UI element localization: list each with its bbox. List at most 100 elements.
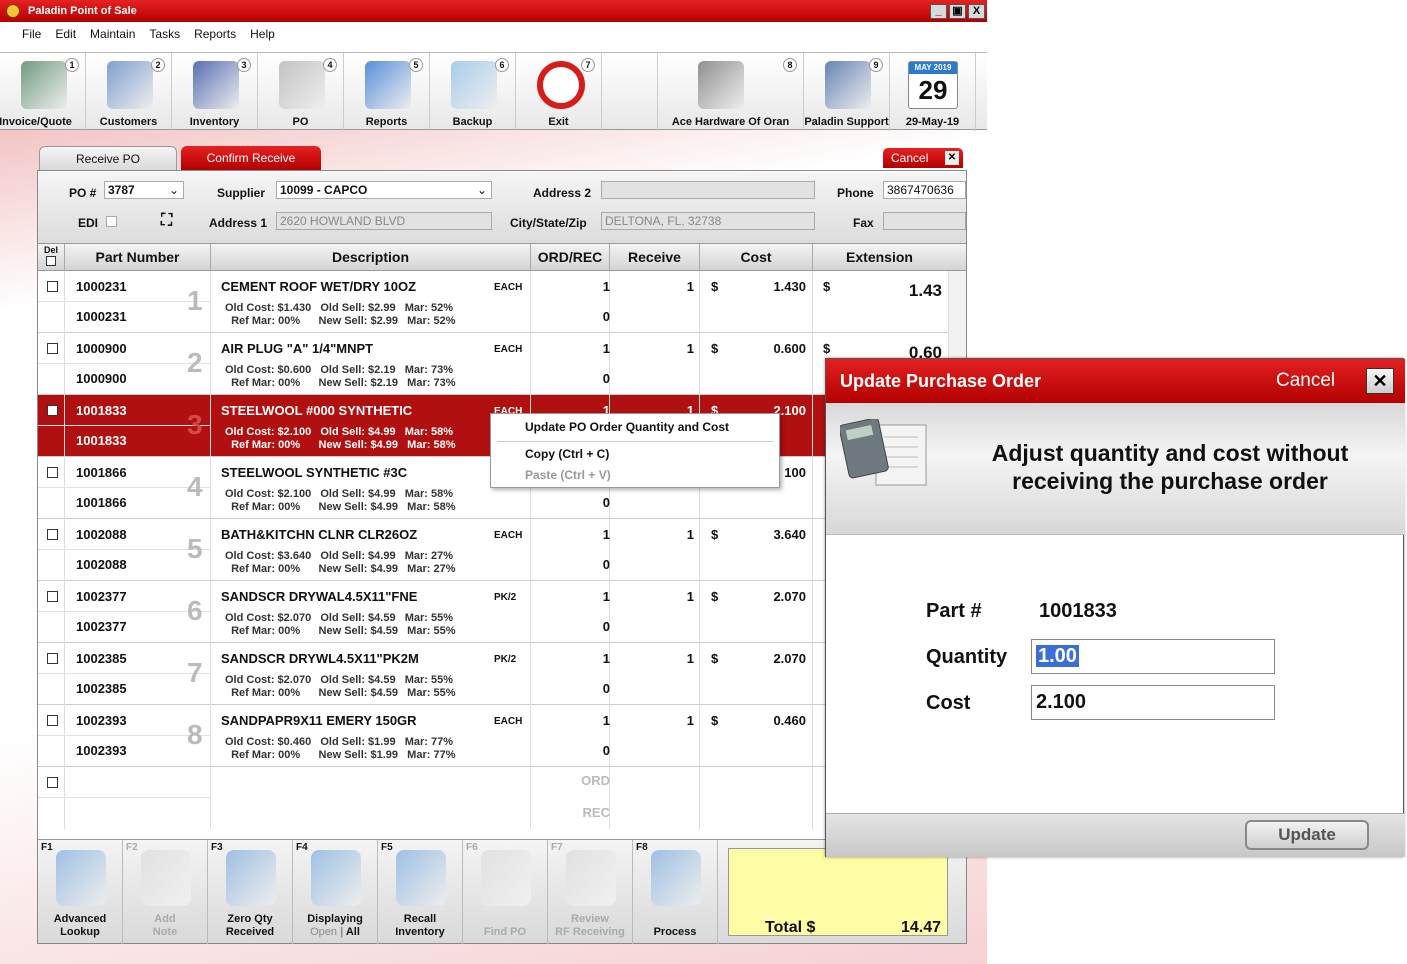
col-ord-rec[interactable]: ORD/REC: [531, 244, 610, 271]
part-number: 1001833: [76, 403, 127, 418]
toolbar-button-customers[interactable]: 2 Customers: [86, 53, 172, 131]
receive-qty[interactable]: 1: [618, 589, 694, 604]
toolbar-button-invoice-quote[interactable]: 1 Invoice/Quote: [0, 53, 86, 131]
fkey-label-line1: Displaying: [307, 913, 363, 925]
display-open[interactable]: Open: [310, 926, 337, 938]
toolbar-button-paladin-support[interactable]: 9 Paladin Support: [804, 53, 890, 131]
cost-input[interactable]: 2.100: [1031, 685, 1275, 720]
cell-divider: [210, 767, 211, 829]
tab-confirm-receive[interactable]: Confirm Receive: [181, 146, 321, 170]
toolbar-label: Invoice/Quote: [0, 116, 72, 128]
delete-checkbox[interactable]: [47, 343, 58, 354]
toolbar-button-29-may-19[interactable]: MAY 2019 29 29-May-19: [890, 53, 976, 131]
delete-checkbox[interactable]: [47, 653, 58, 664]
col-description[interactable]: Description: [211, 244, 531, 271]
toolbar-button-reports[interactable]: 5 Reports: [344, 53, 430, 131]
quantity-input[interactable]: 1.00: [1031, 639, 1275, 674]
fkey-f2[interactable]: F2 Add Note: [123, 840, 208, 944]
fkey-f6[interactable]: F6 Find PO: [463, 840, 548, 944]
cancel-receive-button[interactable]: Cancel ✕: [883, 148, 963, 168]
cell-divider: [699, 643, 700, 705]
toolbar-button-ace-hardware-of-oran[interactable]: 8 Ace Hardware Of Oran: [658, 53, 804, 131]
receive-qty[interactable]: 1: [618, 527, 694, 542]
rf-icon: [566, 850, 616, 906]
toolbar-button-exit[interactable]: 7 Exit: [516, 53, 602, 131]
fkey-f5[interactable]: F5 Recall Inventory: [378, 840, 463, 944]
item-description: SANDSCR DRYWL4.5X11"PK2M: [221, 651, 419, 666]
delete-checkbox[interactable]: [47, 467, 58, 478]
cost-value[interactable]: 2.070: [728, 651, 806, 666]
toolbar-button-backup[interactable]: 6 Backup: [430, 53, 516, 131]
receive-qty[interactable]: 1: [618, 651, 694, 666]
cost-value[interactable]: 1.430: [728, 279, 806, 294]
cost-value[interactable]: 3.640: [728, 527, 806, 542]
menu-file[interactable]: File: [22, 27, 41, 49]
col-extension[interactable]: Extension: [813, 244, 946, 271]
menu-maintain[interactable]: Maintain: [90, 27, 135, 49]
close-icon[interactable]: ✕: [1366, 368, 1394, 394]
display-all[interactable]: All: [346, 926, 360, 938]
edi-checkbox[interactable]: [106, 216, 117, 227]
display-toggle[interactable]: Open | All: [310, 926, 360, 938]
price-details: Old Cost: $2.100 Old Sell: $4.99 Mar: 58…: [225, 426, 456, 451]
receive-qty[interactable]: 1: [618, 713, 694, 728]
delete-checkbox[interactable]: [47, 281, 58, 292]
delete-checkbox[interactable]: [47, 591, 58, 602]
row-divider: [38, 549, 210, 550]
receive-qty[interactable]: 1: [618, 341, 694, 356]
row-divider: [38, 797, 210, 798]
fkey-f4[interactable]: F4 Displaying Open | All: [293, 840, 378, 944]
table-row[interactable]: 1000231 1000231 1 CEMENT ROOF WET/DRY 10OZ E…: [38, 271, 966, 333]
fkey-f8[interactable]: F8 Process: [633, 840, 718, 944]
fkey-f1[interactable]: F1 Advanced Lookup: [38, 840, 123, 944]
fkey-label: Process: [633, 913, 717, 939]
phone-field[interactable]: 3867470636: [883, 181, 966, 199]
fkey-f3[interactable]: F3 Zero Qty Received: [208, 840, 293, 944]
fax-field[interactable]: [883, 212, 966, 230]
cost-value[interactable]: 0.460: [728, 713, 806, 728]
item-description: STEELWOOL #000 SYNTHETIC: [221, 403, 413, 418]
col-receive[interactable]: Receive: [610, 244, 700, 271]
price-details: Old Cost: $2.070 Old Sell: $4.59 Mar: 55…: [225, 612, 456, 637]
update-button[interactable]: Update: [1245, 820, 1369, 850]
po-number-select[interactable]: 3787 ⌄: [104, 181, 184, 199]
receive-qty[interactable]: 1: [618, 279, 694, 294]
menu-update-po-qty-cost[interactable]: Update PO Order Quantity and Cost: [525, 420, 729, 434]
part-number-secondary: 1002088: [76, 557, 127, 572]
fkey-f7[interactable]: F7 Review RF Receiving: [548, 840, 633, 944]
part-number: 1000900: [76, 341, 127, 356]
delete-checkbox[interactable]: [47, 777, 58, 788]
menu-paste[interactable]: Paste (Ctrl + V): [525, 468, 611, 482]
phone-label: Phone: [837, 186, 874, 200]
cost-value[interactable]: 2.070: [728, 589, 806, 604]
part-number: 1000231: [76, 279, 127, 294]
menu-edit[interactable]: Edit: [55, 27, 76, 49]
delete-checkbox[interactable]: [47, 405, 58, 416]
minimize-button[interactable]: _: [930, 3, 947, 19]
cost-currency: $: [711, 341, 719, 356]
tab-receive-po[interactable]: Receive PO: [39, 146, 177, 170]
toolbar-button-inventory[interactable]: 3 Inventory: [172, 53, 258, 131]
menu-reports[interactable]: Reports: [194, 27, 236, 49]
toolbar-button-po[interactable]: 4 PO: [258, 53, 344, 131]
col-part-number[interactable]: Part Number: [65, 244, 211, 271]
part-number-secondary: 1000231: [76, 309, 127, 324]
menu-tasks[interactable]: Tasks: [149, 27, 180, 49]
binoculars-icon[interactable]: ⛶: [161, 212, 172, 230]
restore-button[interactable]: ▣: [949, 3, 966, 19]
col-cost[interactable]: Cost: [700, 244, 813, 271]
dialog-cancel-button[interactable]: Cancel: [1276, 359, 1335, 403]
total-value: 14.47: [900, 919, 941, 936]
fkey-label: Displaying Open | All: [293, 913, 377, 939]
close-window-button[interactable]: X: [968, 3, 985, 19]
supplier-select[interactable]: 10099 - CAPCO ⌄: [276, 181, 492, 199]
select-all-checkbox[interactable]: [46, 256, 56, 266]
menu-help[interactable]: Help: [250, 27, 275, 49]
cell-divider: [699, 705, 700, 767]
delete-checkbox[interactable]: [47, 715, 58, 726]
cost-value[interactable]: 0.600: [728, 341, 806, 356]
app-logo-icon: [6, 4, 20, 18]
main-toolbar: 1 Invoice/Quote 2 Customers 3 Inventory 4 PO 5 Re…: [0, 52, 987, 131]
delete-checkbox[interactable]: [47, 529, 58, 540]
menu-copy[interactable]: Copy (Ctrl + C): [525, 447, 609, 461]
